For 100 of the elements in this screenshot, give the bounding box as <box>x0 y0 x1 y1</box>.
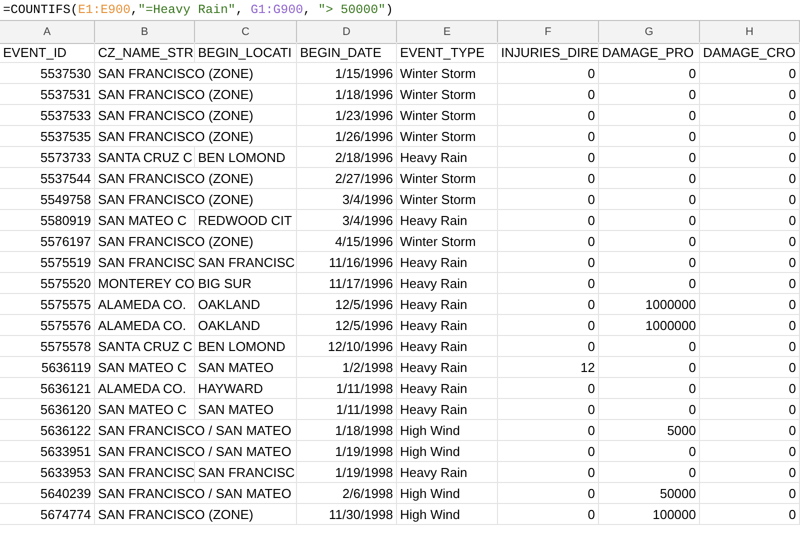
column-header[interactable]: A <box>0 21 95 44</box>
table-cell: Heavy Rain <box>397 336 498 357</box>
table-cell: 4/15/1996 <box>297 231 397 252</box>
table-cell: Heavy Rain <box>397 210 498 231</box>
table-cell: 0 <box>498 294 599 315</box>
table-cell: High Wind <box>397 504 498 525</box>
table-cell: Heavy Rain <box>397 273 498 294</box>
table-cell: 0 <box>599 105 700 126</box>
table-cell: 0 <box>700 273 800 294</box>
table-cell: ALAMEDA CO. <box>95 315 195 336</box>
table-cell: 1/11/1998 <box>297 378 397 399</box>
column-header[interactable]: G <box>599 21 700 44</box>
table-cell: 0 <box>700 105 800 126</box>
table-cell: 0 <box>700 336 800 357</box>
table-cell: 0 <box>700 168 800 189</box>
table-cell: 0 <box>700 147 800 168</box>
table-cell: 50000 <box>599 483 700 504</box>
table-cell: 0 <box>498 189 599 210</box>
table-cell: 5537531 <box>0 84 95 105</box>
table-cell: SANTA CRUZ C <box>95 147 195 168</box>
table-cell: 5636122 <box>0 420 95 441</box>
table-cell: 0 <box>700 210 800 231</box>
table-cell: Winter Storm <box>397 105 498 126</box>
table-cell: 0 <box>700 378 800 399</box>
table-cell: MONTEREY CO <box>95 273 195 294</box>
table-cell: 0 <box>498 210 599 231</box>
column-header[interactable]: B <box>95 21 195 44</box>
table-cell: SAN FRANCISC <box>195 462 297 483</box>
table-cell: INJURIES_DIRE <box>498 42 599 63</box>
table-cell: 0 <box>599 84 700 105</box>
column-header[interactable]: H <box>700 21 800 44</box>
table-cell: 5537533 <box>0 105 95 126</box>
table-cell: BEGIN_LOCATI <box>195 42 297 63</box>
table-cell: 0 <box>599 441 700 462</box>
table-cell: 1/23/1996 <box>297 105 397 126</box>
table-cell: 0 <box>700 483 800 504</box>
table-cell: Winter Storm <box>397 63 498 84</box>
table-cell: 0 <box>498 105 599 126</box>
table-cell: Heavy Rain <box>397 294 498 315</box>
column-header[interactable]: C <box>195 21 297 44</box>
table-cell: 0 <box>498 315 599 336</box>
table-cell: REDWOOD CIT <box>195 210 297 231</box>
table-cell: SAN MATEO C <box>95 357 195 378</box>
table-cell: OAKLAND <box>195 294 297 315</box>
column-header[interactable]: F <box>498 21 599 44</box>
table-cell: 0 <box>498 420 599 441</box>
table-cell: 0 <box>599 189 700 210</box>
table-cell: 0 <box>700 441 800 462</box>
table-cell: Heavy Rain <box>397 399 498 420</box>
table-cell: 0 <box>599 378 700 399</box>
table-cell: SAN MATEO C <box>95 399 195 420</box>
table-cell: 12/10/1996 <box>297 336 397 357</box>
table-cell: OAKLAND <box>195 315 297 336</box>
table-cell: SAN MATEO C <box>95 210 195 231</box>
column-header[interactable]: D <box>297 21 397 44</box>
table-cell: SAN FRANCISCO / SAN MATEO <box>95 420 297 441</box>
table-cell: 0 <box>599 126 700 147</box>
table-cell: 5573733 <box>0 147 95 168</box>
column-header[interactable]: E <box>397 21 498 44</box>
table-cell: 0 <box>700 84 800 105</box>
table-cell: 1000000 <box>599 315 700 336</box>
table-cell: 12/5/1996 <box>297 294 397 315</box>
table-cell: 5636121 <box>0 378 95 399</box>
table-cell: 0 <box>599 462 700 483</box>
table-cell: SAN FRANCISCO (ZONE) <box>95 231 297 252</box>
table-cell: 5640239 <box>0 483 95 504</box>
table-cell: SAN FRANCISCO (ZONE) <box>95 168 297 189</box>
table-cell: SAN FRANCISC <box>195 252 297 273</box>
table-cell: 0 <box>700 252 800 273</box>
table-cell: 1/15/1996 <box>297 63 397 84</box>
table-cell: 1/19/1998 <box>297 441 397 462</box>
table-cell: 12/5/1996 <box>297 315 397 336</box>
table-cell: 0 <box>599 336 700 357</box>
table-cell: 0 <box>498 147 599 168</box>
table-cell: 0 <box>599 147 700 168</box>
table-cell: ALAMEDA CO. <box>95 378 195 399</box>
table-cell: Heavy Rain <box>397 357 498 378</box>
table-cell: 0 <box>599 357 700 378</box>
table-cell: 11/17/1996 <box>297 273 397 294</box>
table-cell: Heavy Rain <box>397 315 498 336</box>
table-cell: HAYWARD <box>195 378 297 399</box>
table-cell: 1/18/1996 <box>297 84 397 105</box>
table-cell: Heavy Rain <box>397 462 498 483</box>
table-cell: 3/4/1996 <box>297 189 397 210</box>
table-cell: 5674774 <box>0 504 95 525</box>
table-cell: 3/4/1996 <box>297 210 397 231</box>
formula-text[interactable]: =COUNTIFS(E1:E900,"=Heavy Rain", G1:G900, "> 50000") <box>3 3 394 17</box>
table-cell: 5000 <box>599 420 700 441</box>
table-cell: SAN FRANCISCO (ZONE) <box>95 504 297 525</box>
table-cell: High Wind <box>397 420 498 441</box>
table-cell: 0 <box>700 399 800 420</box>
table-cell: 0 <box>498 378 599 399</box>
table-cell: 1/18/1998 <box>297 420 397 441</box>
table-cell: 5580919 <box>0 210 95 231</box>
table-cell: 0 <box>599 231 700 252</box>
table-cell: ALAMEDA CO. <box>95 294 195 315</box>
table-cell: SANTA CRUZ C <box>95 336 195 357</box>
table-cell: EVENT_TYPE <box>397 42 498 63</box>
table-cell: BIG SUR <box>195 273 297 294</box>
table-cell: 5537530 <box>0 63 95 84</box>
